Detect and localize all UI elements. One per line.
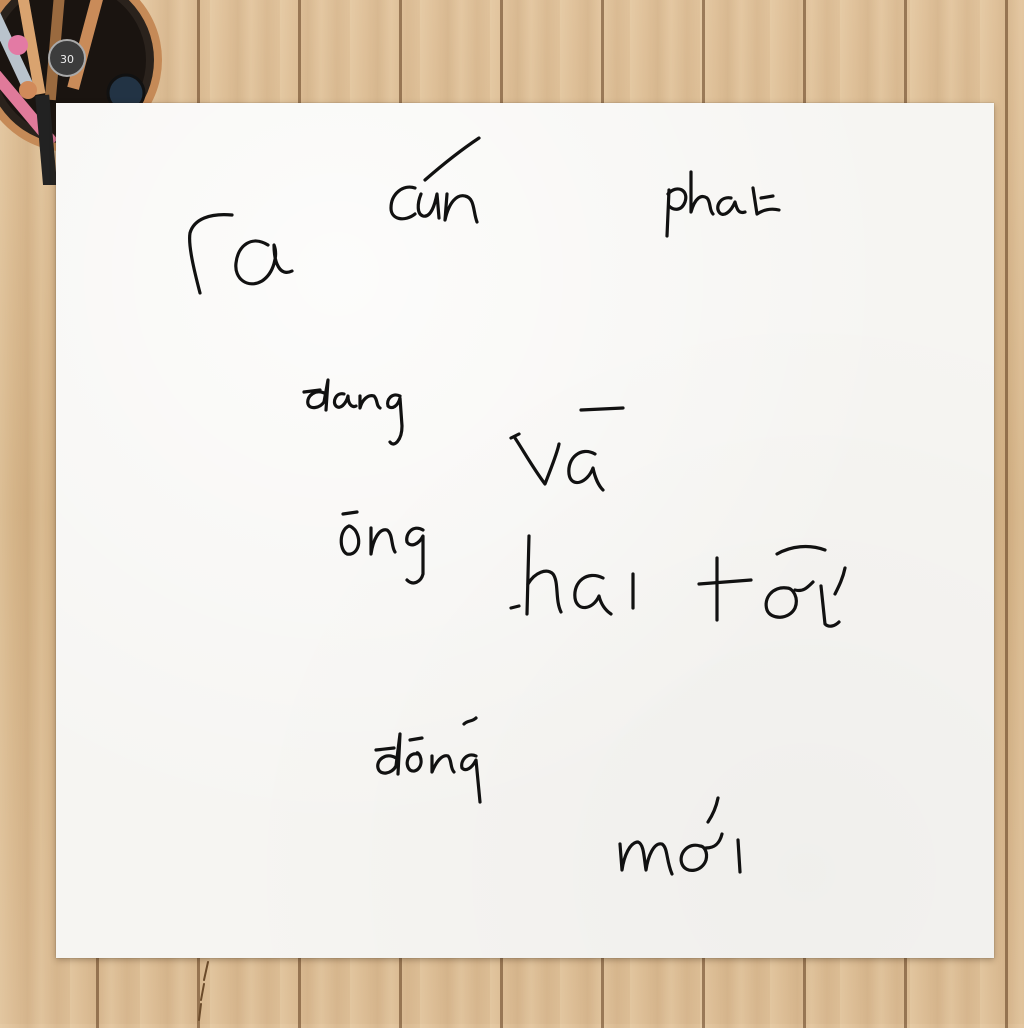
handwritten-word-can: cần bbox=[385, 136, 505, 228]
pencil-mark bbox=[196, 960, 216, 1024]
handwritten-word-ong: ông bbox=[335, 490, 435, 590]
handwritten-word-toi: tới bbox=[695, 538, 865, 633]
handwritten-word-dang: đang bbox=[300, 378, 415, 453]
scene: 30 03 ra cần phải đan bbox=[0, 0, 1024, 1024]
handwritten-word-phai: phải bbox=[655, 170, 795, 250]
handwritten-word-va: và bbox=[505, 398, 635, 498]
handwritten-word-ra: ra bbox=[180, 205, 310, 305]
cup-label-30: 30 bbox=[60, 53, 74, 66]
handwritten-word-dong: động bbox=[372, 710, 502, 810]
handwritten-word-moi: mới bbox=[612, 790, 762, 885]
handwritten-word-hai: hai bbox=[505, 528, 665, 628]
